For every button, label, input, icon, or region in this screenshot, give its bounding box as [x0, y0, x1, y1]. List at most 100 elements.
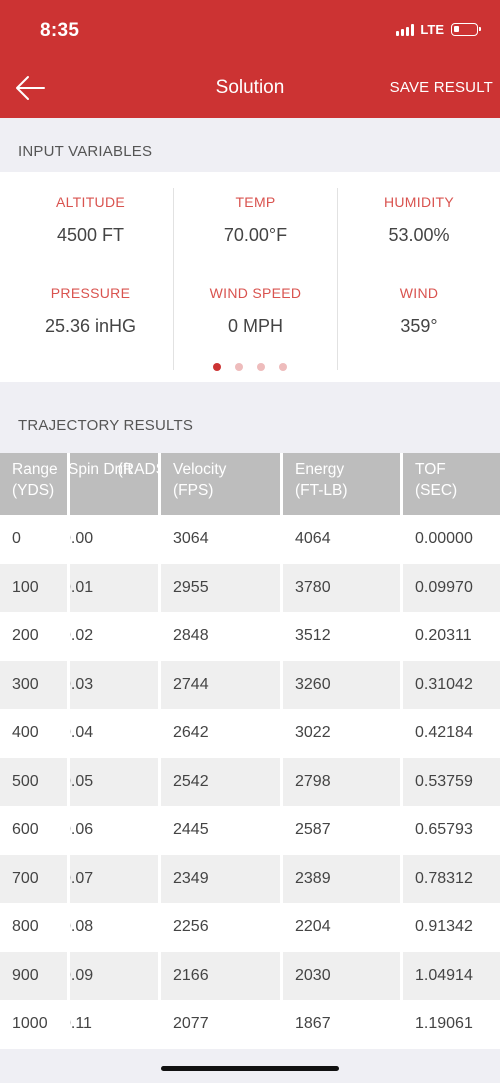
table-cell: 2077: [161, 1000, 283, 1049]
table-row: 900 0.09 2166 2030 1.04914: [0, 951, 500, 1001]
cell-value: 2166: [173, 966, 209, 984]
input-variable-wind: WIND 359°: [338, 279, 500, 370]
status-time: 8:35: [40, 20, 80, 41]
table-cell: 0.42184: [403, 709, 500, 758]
page-dot-2[interactable]: [235, 363, 243, 371]
table-cell: 0.65793: [403, 806, 500, 855]
cell-value: 0.09: [70, 966, 94, 984]
table-row: 400 0.04 2642 3022 0.42184: [0, 709, 500, 758]
cell-value: 3260: [295, 675, 331, 693]
column-header-label: TOF: [415, 461, 446, 478]
table-cell: 500: [0, 757, 70, 806]
table-cell: 0.20311: [403, 612, 500, 661]
table-row: 800 0.08 2256 2204 0.91342: [0, 903, 500, 952]
table-cell: 0.00: [70, 515, 161, 564]
cell-value: 3022: [295, 724, 331, 742]
table-row: 0 0.00 3064 4064 0.00000: [0, 515, 500, 564]
table-row: 200 0.02 2848 3512 0.20311: [0, 612, 500, 661]
table-cell: 0.31042: [403, 661, 500, 710]
battery-icon: [451, 23, 481, 36]
table-cell: 0.09: [70, 951, 161, 1000]
table-cell: 0.91342: [403, 903, 500, 952]
table-cell: 2798: [283, 757, 403, 806]
cell-value: 700: [12, 869, 39, 887]
variable-label: PRESSURE: [50, 285, 131, 301]
save-result-button[interactable]: SAVE RESULT: [390, 79, 493, 96]
cell-value: 0.00000: [415, 530, 473, 548]
variable-label: WIND: [399, 285, 439, 301]
input-variable-pressure: PRESSURE 25.36 inHG: [8, 279, 173, 370]
variable-label: HUMIDITY: [383, 194, 455, 210]
cell-value: 500: [12, 772, 39, 790]
page-dot-3[interactable]: [257, 363, 265, 371]
variable-value: 70.00°F: [223, 225, 288, 245]
table-cell: 3512: [283, 612, 403, 661]
cell-value: 1000: [12, 1015, 48, 1033]
table-cell: 3260: [283, 660, 403, 709]
home-indicator[interactable]: [161, 1066, 339, 1071]
variable-label: WIND SPEED: [209, 285, 302, 301]
column-header[interactable]: Spin Drift(RADS): [70, 453, 161, 515]
table-cell: 0.02: [70, 612, 161, 661]
cell-value: 0.02: [70, 627, 94, 645]
column-header[interactable]: Velocity (FPS): [161, 453, 283, 515]
cell-value: 0.91342: [415, 918, 473, 936]
column-header[interactable]: TOF (SEC): [403, 453, 500, 515]
table-cell: 2204: [283, 903, 403, 952]
cell-value: 0.11: [70, 1015, 92, 1033]
cell-value: 2587: [295, 821, 331, 839]
table-cell: 0.07: [70, 854, 161, 903]
cell-value: 3780: [295, 578, 331, 596]
column-header-label: Range: [12, 461, 58, 478]
cell-value: 0: [12, 530, 21, 548]
trajectory-table[interactable]: Range (YDS) Spin Drift(RADS) Velocity (FPS) E…: [0, 453, 500, 1049]
table-cell: 200: [0, 612, 70, 661]
variable-label: ALTITUDE: [55, 194, 126, 210]
cell-value: 0.78312: [415, 869, 473, 887]
table-cell: 0.00000: [403, 515, 500, 564]
cell-value: 1867: [295, 1015, 331, 1033]
column-header-unit: (FT-LB): [295, 482, 348, 499]
variable-value: 4500 FT: [56, 225, 125, 245]
table-cell: 0.03: [70, 660, 161, 709]
table-cell: 1.04914: [403, 952, 500, 1001]
column-header-unit: (YDS): [12, 482, 55, 499]
table-cell: 1867: [283, 1000, 403, 1049]
input-variables-card[interactable]: ALTITUDE 4500 FT TEMP 70.00°F HUMIDITY 53.00%…: [0, 172, 500, 382]
column-header[interactable]: Range (YDS): [0, 453, 70, 515]
table-cell: 2955: [161, 563, 283, 612]
input-variable-altitude: ALTITUDE 4500 FT: [8, 188, 173, 279]
column-header[interactable]: Energy (FT-LB): [283, 453, 403, 515]
table-cell: 4064: [283, 515, 403, 564]
cell-value: 2077: [173, 1015, 209, 1033]
cell-value: 2955: [173, 578, 209, 596]
page-indicator[interactable]: [0, 363, 500, 371]
table-cell: 2445: [161, 806, 283, 855]
cell-value: 0.42184: [415, 724, 473, 742]
cell-value: 600: [12, 821, 39, 839]
cell-value: 2349: [173, 869, 209, 887]
cell-value: 2445: [173, 821, 209, 839]
table-body: 00.00306440640.000001000.01295537800.099…: [0, 515, 500, 1049]
table-cell: 2256: [161, 903, 283, 952]
table-row: 300 0.03 2744 3260 0.31042: [0, 660, 500, 710]
cell-value: 2744: [173, 675, 209, 693]
table-cell: 100: [0, 563, 70, 612]
cell-value: 300: [12, 675, 39, 693]
cell-value: 2256: [173, 918, 209, 936]
cell-value: 2642: [173, 724, 209, 742]
table-cell: 300: [0, 660, 70, 709]
table-cell: 2349: [161, 854, 283, 903]
column-header-unit: (FPS): [173, 482, 214, 499]
table-cell: 0.05: [70, 757, 161, 806]
cell-value: 0.06: [70, 821, 94, 839]
page-dot-4[interactable]: [279, 363, 287, 371]
table-row: 700 0.07 2349 2389 0.78312: [0, 854, 500, 903]
column-header-unit: (RADS): [117, 461, 158, 478]
cell-value: 0.09970: [415, 578, 473, 596]
table-cell: 3064: [161, 515, 283, 564]
cell-value: 0.05: [70, 772, 94, 790]
table-cell: 400: [0, 709, 70, 758]
table-cell: 900: [0, 951, 70, 1000]
page-dot-1[interactable]: [213, 363, 221, 371]
